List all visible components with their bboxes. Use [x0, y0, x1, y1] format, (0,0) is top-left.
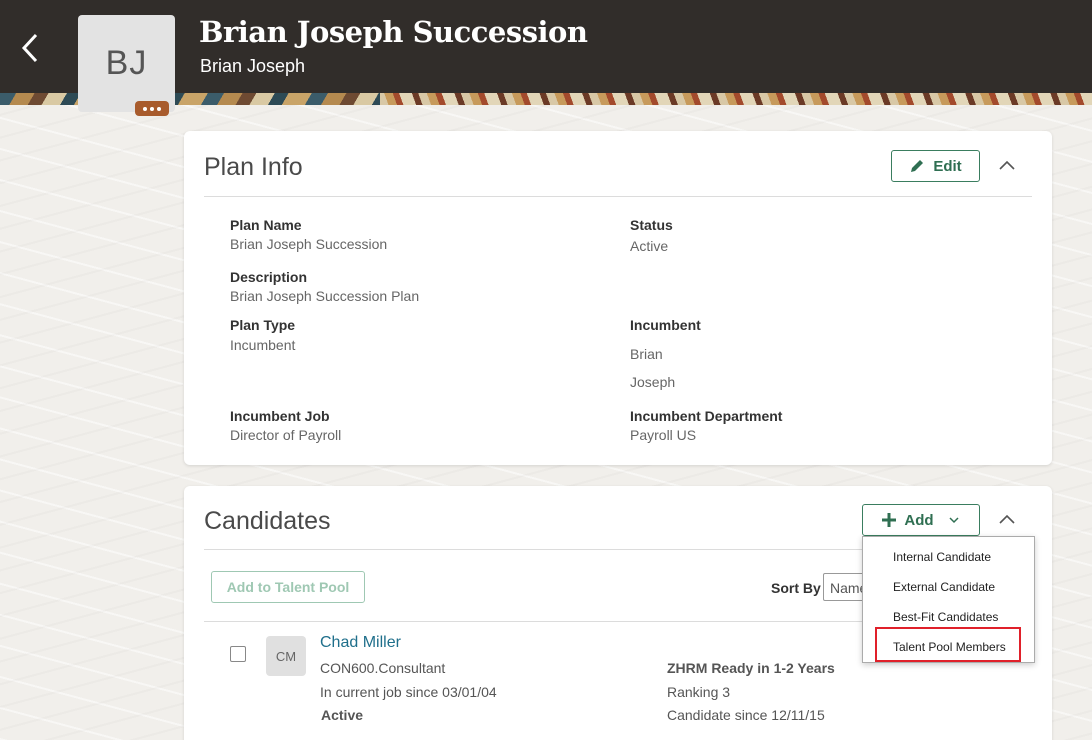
plus-icon	[882, 513, 897, 527]
incumbent-job-label: Incumbent Job	[230, 408, 330, 424]
menu-item-external-candidate[interactable]: External Candidate	[863, 569, 1034, 599]
candidates-collapse-button[interactable]	[993, 505, 1021, 533]
status-label: Status	[630, 217, 673, 233]
chevron-up-icon	[999, 160, 1015, 170]
add-to-talent-pool-button[interactable]: Add to Talent Pool	[211, 571, 365, 603]
plan-name-value: Brian Joseph Succession	[230, 236, 388, 252]
menu-item-best-fit-candidates[interactable]: Best-Fit Candidates	[863, 599, 1034, 629]
candidate-name-link[interactable]: Chad Miller	[320, 634, 401, 652]
chevron-left-icon	[21, 33, 38, 63]
menu-item-talent-pool-members[interactable]: Talent Pool Members	[863, 629, 1034, 659]
menu-item-internal-candidate[interactable]: Internal Candidate	[863, 539, 1034, 569]
ellipsis-icon[interactable]	[135, 101, 169, 116]
candidate-since: Candidate since 12/11/15	[667, 707, 825, 723]
incumbent-department-value: Payroll US	[630, 427, 697, 443]
candidate-ranking: Ranking 3	[667, 684, 731, 700]
description-value: Brian Joseph Succession Plan	[230, 288, 420, 304]
chevron-down-icon	[949, 517, 959, 524]
candidates-title: Candidates	[204, 507, 331, 535]
incumbent-job-value: Director of Payroll	[230, 427, 342, 443]
sort-by-label: Sort By	[771, 580, 821, 596]
status-value: Active	[630, 238, 669, 254]
plan-type-value: Incumbent	[230, 337, 296, 353]
candidate-status: Active	[321, 707, 364, 723]
plan-type-label: Plan Type	[230, 317, 296, 333]
edit-button-label: Edit	[933, 157, 962, 175]
incumbent-first-name: Brian	[630, 346, 663, 362]
candidate-checkbox[interactable]	[230, 646, 246, 662]
edit-button[interactable]: Edit	[891, 150, 980, 182]
add-dropdown-menu: Internal Candidate External Candidate Be…	[862, 536, 1035, 663]
plan-info-divider	[204, 196, 1032, 197]
candidate-avatar: CM	[266, 636, 306, 676]
incumbent-label: Incumbent	[630, 317, 701, 333]
pencil-icon	[911, 160, 924, 172]
avatar: BJ	[78, 15, 175, 112]
add-button-label: Add	[904, 511, 934, 529]
plan-name-label: Plan Name	[230, 217, 302, 233]
candidate-job-since: In current job since 03/01/04	[320, 684, 497, 700]
plan-info-title: Plan Info	[204, 153, 303, 181]
chevron-up-icon	[999, 514, 1015, 524]
add-button[interactable]: Add	[862, 504, 980, 536]
page-title: Brian Joseph Succession	[199, 15, 588, 49]
back-button[interactable]	[14, 28, 46, 68]
page-subtitle: Brian Joseph	[200, 56, 306, 76]
candidate-job: CON600.Consultant	[320, 660, 446, 676]
description-label: Description	[230, 269, 308, 285]
plan-info-collapse-button[interactable]	[993, 151, 1021, 179]
candidate-readiness: ZHRM Ready in 1-2 Years	[667, 660, 835, 676]
incumbent-department-label: Incumbent Department	[630, 408, 783, 424]
incumbent-last-name: Joseph	[630, 374, 676, 390]
